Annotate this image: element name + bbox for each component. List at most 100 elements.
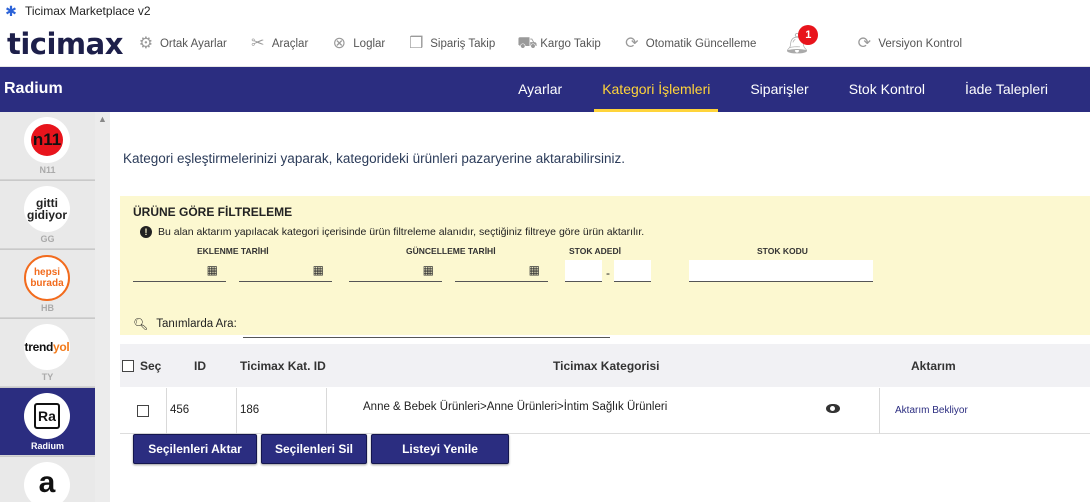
calendar-icon[interactable]: ▦ bbox=[207, 263, 218, 277]
radium-logo: Ra bbox=[24, 393, 70, 439]
filter-info-text: Bu alan aktarım yapılacak kategori içeri… bbox=[158, 226, 645, 238]
calendar-icon[interactable]: ▦ bbox=[529, 263, 540, 277]
trendyol-logo: trendyol bbox=[24, 324, 70, 370]
n11-logo-text: n11 bbox=[31, 124, 63, 156]
info-icon: ! bbox=[140, 226, 152, 238]
filter-title: ÜRÜNE GÖRE FİLTRELEME bbox=[133, 205, 293, 219]
scroll-up-icon[interactable]: ▲ bbox=[95, 114, 110, 124]
select-all-header[interactable]: Seç bbox=[122, 359, 161, 373]
toolbar-item-label: Loglar bbox=[353, 38, 386, 50]
window-titlebar: ✱ Ticimax Marketplace v2 bbox=[0, 0, 1090, 22]
log-icon: ⊗ bbox=[332, 35, 346, 52]
label-guncelleme-tarihi: GÜNCELLEME TARİHİ bbox=[406, 246, 496, 256]
toolbar-item-label: Sipariş Takip bbox=[430, 38, 496, 50]
category-header: Ticimax Kategorisi bbox=[553, 359, 660, 373]
sidebar-item-n11[interactable]: n11 N11 bbox=[0, 112, 95, 180]
stok-adedi-min[interactable] bbox=[565, 260, 602, 282]
transfer-header: Aktarım bbox=[911, 359, 956, 373]
nav-link-stok-kontrol[interactable]: Stok Kontrol bbox=[829, 67, 945, 112]
eye-icon[interactable] bbox=[826, 404, 840, 413]
nav-link-ayarlar[interactable]: Ayarlar bbox=[498, 67, 582, 112]
gear-icon: ⚙ bbox=[138, 35, 154, 52]
column-divider bbox=[326, 388, 327, 434]
main-navbar: Radium Ayarlar Kategori İşlemleri Sipari… bbox=[0, 67, 1090, 112]
toolbar-item-label: Araçlar bbox=[271, 38, 309, 50]
toolbar-item-araclar[interactable]: ✂ Araçlar bbox=[249, 35, 308, 53]
market-code: N11 bbox=[39, 165, 56, 175]
toolbar-item-label: Kargo Takip bbox=[540, 38, 601, 50]
delete-selected-button[interactable]: Seçilenleri Sil bbox=[261, 434, 367, 464]
top-toolbar: ticimax ⚙ Ortak Ayarlar ✂ Araçlar ⊗ Logl… bbox=[0, 22, 1090, 67]
label-stok-adedi: STOK ADEDİ bbox=[569, 246, 621, 256]
nav-link-iade-talepleri[interactable]: İade Talepleri bbox=[945, 67, 1090, 112]
guncelleme-end-date[interactable]: ▦ bbox=[455, 260, 548, 282]
toolbar-item-versiyon-kontrol[interactable]: ⟳ Versiyon Kontrol bbox=[855, 35, 962, 53]
marketplace-sidebar: n11 N11 gitti gidiyor GG hepsi burada HB t… bbox=[0, 112, 110, 502]
range-separator: - bbox=[606, 266, 610, 280]
column-divider bbox=[879, 388, 880, 434]
search-input[interactable] bbox=[243, 337, 610, 338]
toolbar-item-loglar[interactable]: ⊗ Loglar bbox=[330, 35, 386, 53]
sidebar-item-radium[interactable]: Ra Radium bbox=[0, 388, 95, 456]
nav-link-siparisler[interactable]: Siparişler bbox=[730, 67, 828, 112]
gittigidiyor-logo: gitti gidiyor bbox=[24, 186, 70, 232]
toolbar-item-label: Versiyon Kontrol bbox=[878, 38, 963, 50]
notifications-button[interactable]: 🔔︎ 1 bbox=[784, 25, 819, 54]
toolbar-item-siparis-takip[interactable]: ❒ Sipariş Takip bbox=[407, 35, 495, 53]
refresh-icon: ⟳ bbox=[857, 35, 872, 52]
truck-icon: ⛟ bbox=[517, 35, 538, 52]
label-stok-kodu: STOK KODU bbox=[757, 246, 808, 256]
market-code: TY bbox=[41, 372, 54, 382]
column-divider bbox=[236, 388, 237, 434]
market-code: HB bbox=[41, 303, 54, 313]
label-eklenme-tarihi: EKLENME TARİHİ bbox=[197, 246, 269, 256]
sidebar-item-amazon[interactable]: a bbox=[0, 457, 95, 502]
marketplace-brand: Radium bbox=[4, 80, 63, 97]
refresh-list-button[interactable]: Listeyi Yenile bbox=[371, 434, 509, 464]
column-divider bbox=[166, 388, 167, 434]
window-title: Ticimax Marketplace v2 bbox=[25, 4, 151, 18]
toolbar-item-otomatik-guncelleme[interactable]: ⟳ Otomatik Güncelleme bbox=[623, 35, 757, 53]
amazon-logo: a bbox=[24, 462, 70, 502]
stok-kodu-input[interactable] bbox=[689, 260, 873, 282]
guncelleme-start-date[interactable]: ▦ bbox=[349, 260, 442, 282]
refresh-icon: ⟳ bbox=[625, 35, 639, 52]
toolbar-item-kargo-takip[interactable]: ⛟ Kargo Takip bbox=[517, 35, 601, 53]
n11-logo: n11 bbox=[24, 117, 70, 163]
notification-badge: 1 bbox=[798, 25, 819, 45]
toolbar-item-ortak-ayarlar[interactable]: ⚙ Ortak Ayarlar bbox=[137, 35, 227, 53]
calendar-icon[interactable]: ▦ bbox=[423, 263, 434, 277]
row-ticimax-id: 186 bbox=[240, 404, 260, 416]
row-checkbox[interactable] bbox=[137, 405, 149, 417]
tools-icon: ✂ bbox=[251, 35, 265, 52]
row-category: Anne & Bebek Ürünleri>Anne Ürünleri>İnti… bbox=[363, 401, 668, 413]
app-gear-icon: ✱ bbox=[5, 3, 17, 19]
stok-adedi-max[interactable] bbox=[614, 260, 651, 282]
eklenme-end-date[interactable]: ▦ bbox=[239, 260, 332, 282]
market-code: Radium bbox=[30, 441, 64, 451]
sidebar-scrollbar[interactable]: ▲ bbox=[95, 112, 110, 502]
main-content: Kategori eşleştirmelerinizi yaparak, kat… bbox=[110, 112, 1090, 502]
table-header: Seç ID Ticimax Kat. ID Ticimax Kategoris… bbox=[120, 344, 1090, 387]
search-icon: 🔍︎ bbox=[133, 317, 149, 331]
calendar-icon[interactable]: ▦ bbox=[313, 263, 324, 277]
sidebar-item-gg[interactable]: gitti gidiyor GG bbox=[0, 181, 95, 249]
page-intro: Kategori eşleştirmelerinizi yaparak, kat… bbox=[123, 151, 625, 166]
nav-link-kategori-islemleri[interactable]: Kategori İşlemleri bbox=[582, 67, 730, 112]
select-all-checkbox[interactable] bbox=[122, 360, 134, 372]
ticimax-id-header: Ticimax Kat. ID bbox=[240, 359, 326, 373]
row-id: 456 bbox=[170, 404, 190, 416]
sidebar-item-ty[interactable]: trendyol TY bbox=[0, 319, 95, 387]
radium-logo-text: Ra bbox=[34, 403, 60, 429]
eklenme-start-date[interactable]: ▦ bbox=[133, 260, 226, 282]
trendyol-logo-text: trendyol bbox=[24, 340, 70, 354]
market-code: GG bbox=[40, 234, 55, 244]
ticimax-logo[interactable]: ticimax bbox=[7, 29, 123, 59]
hb-logo-line2: burada bbox=[30, 278, 64, 289]
amazon-logo-text: a bbox=[38, 466, 56, 499]
transfer-selected-button[interactable]: Seçilenleri Aktar bbox=[133, 434, 257, 464]
select-header-label: Seç bbox=[140, 359, 162, 373]
nav-links: Ayarlar Kategori İşlemleri Siparişler St… bbox=[498, 67, 1090, 112]
sidebar-item-hb[interactable]: hepsi burada HB bbox=[0, 250, 95, 318]
toolbar-item-label: Otomatik Güncelleme bbox=[645, 38, 757, 50]
